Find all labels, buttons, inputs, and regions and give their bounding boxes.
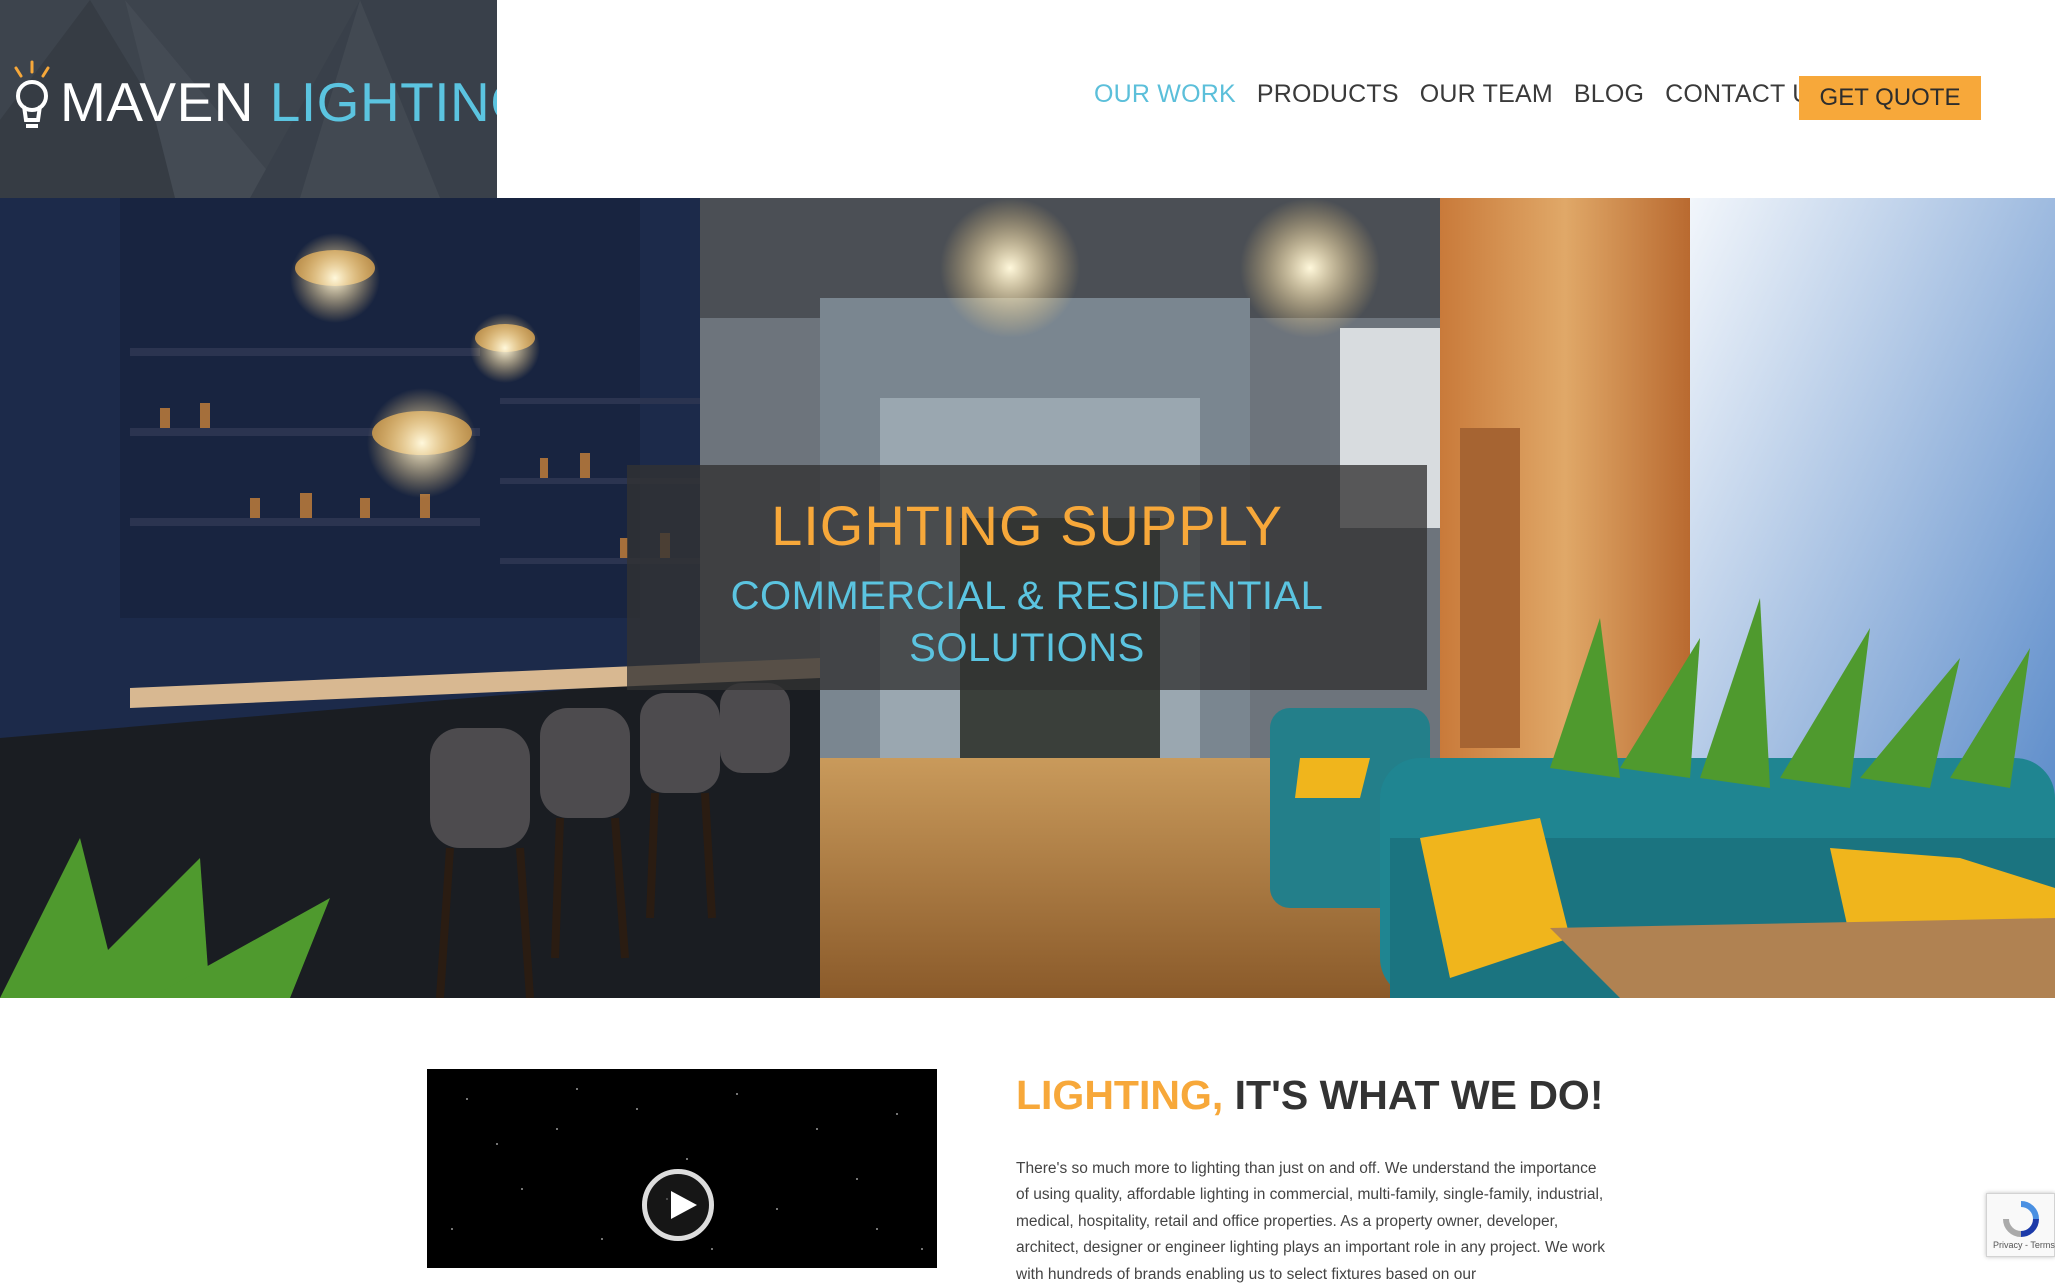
hero-title: LIGHTING SUPPLY	[627, 493, 1427, 558]
recaptcha-links[interactable]: Privacy - Terms	[1993, 1240, 2055, 1250]
section-heading: LIGHTING, IT'S WHAT WE DO!	[1016, 1072, 1603, 1119]
intro-paragraph: There's so much more to lighting than ju…	[1016, 1156, 1606, 1288]
recaptcha-badge[interactable]: Privacy - Terms	[1986, 1193, 2055, 1257]
logo[interactable]: MAVEN LIGHTING	[0, 0, 497, 198]
nav-products[interactable]: PRODUCTS	[1257, 80, 1399, 109]
nav-our-work[interactable]: OUR WORK	[1094, 80, 1236, 109]
lightbulb-icon	[8, 60, 56, 136]
logo-word-lighting: LIGHTING	[270, 71, 497, 133]
main-nav: OUR WORK PRODUCTS OUR TEAM BLOG CONTACT …	[1094, 80, 1827, 109]
logo-word-maven: MAVEN	[60, 71, 254, 133]
recaptcha-icon	[2002, 1200, 2040, 1238]
hero-caption: LIGHTING SUPPLY COMMERCIAL & RESIDENTIAL…	[627, 465, 1427, 690]
site-header: MAVEN LIGHTING OUR WORK PRODUCTS OUR TEA…	[0, 0, 2055, 198]
logo-text: MAVEN LIGHTING	[60, 70, 497, 134]
nav-our-team[interactable]: OUR TEAM	[1420, 80, 1553, 109]
play-icon	[667, 1189, 699, 1221]
heading-accent: LIGHTING,	[1016, 1072, 1223, 1118]
hero-subtitle: COMMERCIAL & RESIDENTIAL SOLUTIONS	[717, 570, 1337, 674]
play-button[interactable]	[642, 1169, 714, 1241]
hero-banner: LIGHTING SUPPLY COMMERCIAL & RESIDENTIAL…	[0, 198, 2055, 998]
video-player[interactable]	[427, 1069, 937, 1268]
nav-blog[interactable]: BLOG	[1574, 80, 1644, 109]
heading-rest: IT'S WHAT WE DO!	[1223, 1072, 1603, 1118]
get-quote-button[interactable]: GET QUOTE	[1799, 76, 1981, 120]
